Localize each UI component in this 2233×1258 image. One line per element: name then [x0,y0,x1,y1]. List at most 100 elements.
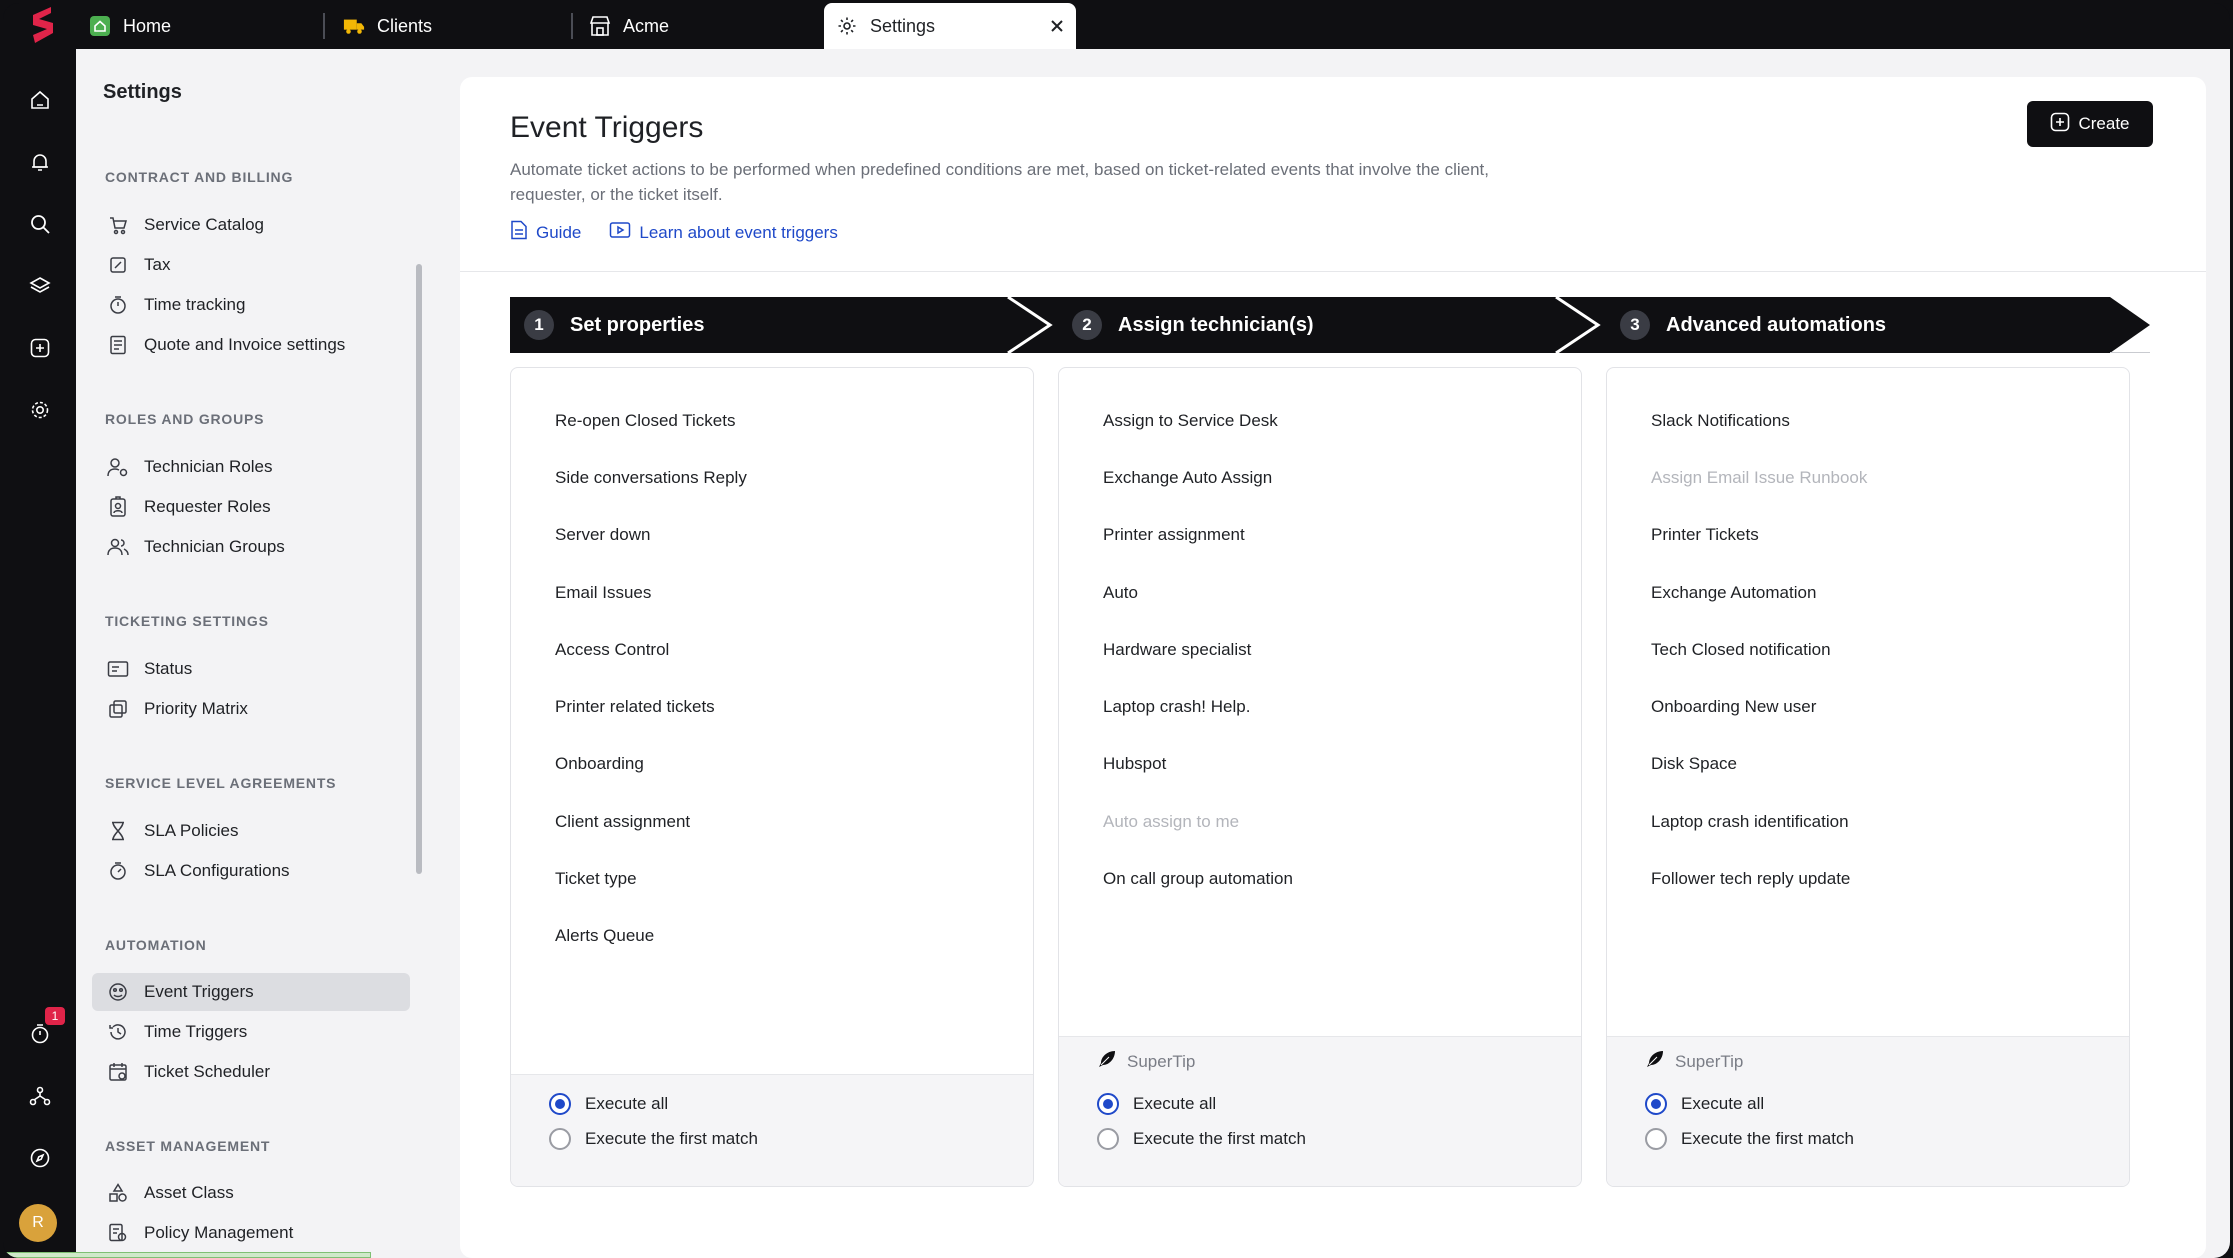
tab-settings[interactable]: Settings [824,3,1076,49]
trigger-item[interactable]: Onboarding [555,736,747,793]
id-badge-icon [106,495,130,519]
trigger-item[interactable]: Hubspot [1103,736,1293,793]
execute-all-option[interactable]: Execute all [1645,1093,1764,1115]
truck-icon [343,15,365,37]
sidebar-item-event-triggers[interactable]: Event Triggers [92,973,410,1011]
trigger-item[interactable]: Alerts Queue [555,908,747,965]
trigger-item[interactable]: Assign to Service Desk [1103,392,1293,449]
trigger-item[interactable]: Side conversations Reply [555,449,747,506]
sidebar-item-asset-class[interactable]: Asset Class [92,1174,410,1212]
sidebar-item-technician-roles[interactable]: Technician Roles [92,448,410,486]
percent-icon [106,253,130,277]
sidebar-item-ticket-scheduler[interactable]: Ticket Scheduler [92,1053,410,1091]
execute-first-radio[interactable] [1645,1128,1667,1150]
sidebar-item-time-tracking[interactable]: Time tracking [92,286,410,324]
home-icon[interactable] [27,87,53,113]
store-icon [589,15,611,37]
guide-link[interactable]: Guide [510,220,581,245]
trigger-item[interactable]: Slack Notifications [1651,392,1867,449]
user-gear-icon [106,455,130,479]
tab-clients[interactable]: Clients [331,3,571,49]
clock-history-icon [106,1020,130,1044]
sidebar-item-tax[interactable]: Tax [92,246,410,284]
sidebar-item-sla-policies[interactable]: SLA Policies [92,812,410,850]
trigger-item[interactable]: On call group automation [1103,850,1293,907]
trigger-item[interactable]: Access Control [555,621,747,678]
trigger-item[interactable]: Laptop crash identification [1651,793,1867,850]
trigger-item[interactable]: Laptop crash! Help. [1103,678,1293,735]
compass-icon[interactable] [27,1145,53,1171]
bell-icon[interactable] [27,149,53,175]
trigger-item[interactable]: Email Issues [555,564,747,621]
trigger-item-disabled[interactable]: Auto assign to me [1103,793,1293,850]
trigger-item[interactable]: Disk Space [1651,736,1867,793]
sidebar-item-service-catalog[interactable]: Service Catalog [92,206,410,244]
trigger-item[interactable]: Client assignment [555,793,747,850]
trigger-item-disabled[interactable]: Assign Email Issue Runbook [1651,449,1867,506]
sidebar-item-priority-matrix[interactable]: Priority Matrix [92,690,410,728]
gear-icon[interactable] [27,397,53,423]
layers-icon[interactable] [27,273,53,299]
sidebar-item-technician-groups[interactable]: Technician Groups [92,528,410,566]
sidebar-item-label: Ticket Scheduler [144,1062,270,1081]
execute-first-option[interactable]: Execute the first match [1097,1128,1306,1150]
execute-all-radio[interactable] [1645,1093,1667,1115]
step-1: 1 Set properties [524,297,704,353]
trigger-item[interactable]: Ticket type [555,850,747,907]
sidebar-item-status[interactable]: Status [92,650,410,688]
trigger-item[interactable]: Exchange Automation [1651,564,1867,621]
plus-square-icon[interactable] [27,335,53,361]
network-icon[interactable] [27,1083,53,1109]
sidebar-item-time-triggers[interactable]: Time Triggers [92,1013,410,1051]
section-ticketing-settings: TICKETING SETTINGS [105,613,269,629]
sidebar-item-label: Service Catalog [144,215,265,234]
execute-all-radio[interactable] [1097,1093,1119,1115]
close-icon[interactable] [1046,15,1068,37]
main-area: Settings CONTRACT AND BILLING Service Ca… [76,49,2230,1258]
tab-label: Clients [377,15,433,36]
status-toast [3,1252,371,1258]
superops-logo-icon[interactable] [21,5,63,45]
execute-all-option[interactable]: Execute all [549,1093,668,1115]
execute-first-option[interactable]: Execute the first match [1645,1128,1854,1150]
tab-label: Settings [870,15,936,36]
trigger-item[interactable]: Follower tech reply update [1651,850,1867,907]
sidebar-item-requester-roles[interactable]: Requester Roles [92,488,410,526]
sidebar-item-label: Priority Matrix [144,699,248,718]
learn-event-triggers-link[interactable]: Learn about event triggers [609,220,838,245]
trigger-item[interactable]: Printer Tickets [1651,507,1867,564]
sidebar-item-label: Policy Management [144,1223,294,1242]
sidebar-item-sla-configurations[interactable]: SLA Configurations [92,852,410,890]
trigger-item[interactable]: Exchange Auto Assign [1103,449,1293,506]
trigger-item[interactable]: Auto [1103,564,1293,621]
execute-first-radio[interactable] [549,1128,571,1150]
steps-arrows [510,297,2150,353]
execute-all-option[interactable]: Execute all [1097,1093,1216,1115]
trigger-item[interactable]: Onboarding New user [1651,678,1867,735]
create-button[interactable]: Create [2027,101,2153,147]
tab-home[interactable]: Home [77,3,317,49]
feather-icon [1645,1049,1665,1074]
supertip[interactable]: SuperTip [1645,1049,1743,1074]
search-icon[interactable] [27,211,53,237]
execute-first-option[interactable]: Execute the first match [549,1128,758,1150]
trigger-item[interactable]: Re-open Closed Tickets [555,392,747,449]
avatar[interactable]: R [19,1204,57,1242]
tab-acme[interactable]: Acme [577,3,817,49]
trigger-item[interactable]: Server down [555,507,747,564]
learn-link-label: Learn about event triggers [639,222,838,242]
execute-all-radio[interactable] [549,1093,571,1115]
execution-options: Execute all Execute the first match [511,1074,1033,1186]
supertip[interactable]: SuperTip [1097,1049,1195,1074]
trigger-item[interactable]: Tech Closed notification [1651,621,1867,678]
header-divider [460,271,2206,272]
trigger-item[interactable]: Printer assignment [1103,507,1293,564]
execute-first-radio[interactable] [1097,1128,1119,1150]
trigger-item[interactable]: Hardware specialist [1103,621,1293,678]
cart-icon [106,213,130,237]
sidebar-item-policy-management[interactable]: Policy Management [92,1214,410,1252]
sidebar-scrollbar[interactable] [416,264,422,874]
step-number: 1 [524,310,554,340]
sidebar-item-quote-invoice[interactable]: Quote and Invoice settings [92,326,410,364]
trigger-item[interactable]: Printer related tickets [555,678,747,735]
